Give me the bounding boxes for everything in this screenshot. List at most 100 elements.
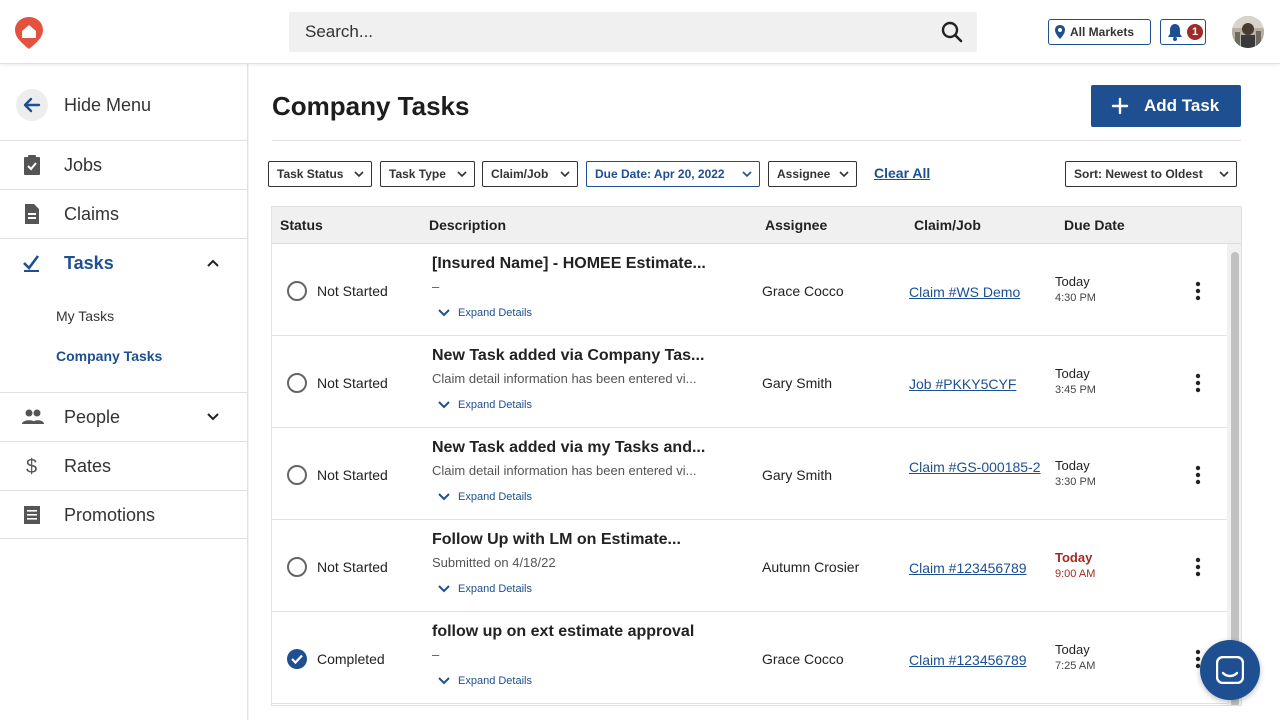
sidebar-item-label: Tasks (64, 253, 114, 273)
due-day: Today (1055, 458, 1090, 473)
expand-details-button[interactable]: Expand Details (438, 305, 532, 321)
table-row[interactable]: Not Started New Task added via Company T… (272, 336, 1227, 428)
bell-icon (1168, 24, 1182, 41)
expand-details-button[interactable]: Expand Details (438, 673, 532, 689)
markets-button[interactable]: All Markets (1048, 19, 1151, 45)
chevron-down-icon (742, 171, 752, 178)
expand-details-button[interactable]: Expand Details (438, 581, 532, 597)
task-title[interactable]: [Insured Name] - HOMEE Estimate... (432, 255, 752, 273)
status-radio[interactable] (287, 373, 307, 393)
task-subtitle: Claim detail information has been entere… (432, 463, 697, 478)
table-row[interactable]: Not Started New Task added via my Tasks … (272, 428, 1227, 520)
column-header-claim-job[interactable]: Claim/Job (914, 217, 981, 233)
expand-details-label: Expand Details (458, 491, 532, 503)
column-header-due-date[interactable]: Due Date (1064, 217, 1125, 233)
scrollbar-thumb[interactable] (1231, 252, 1239, 705)
tasks-table: Status Description Assignee Claim/Job Du… (271, 206, 1242, 706)
sort-dropdown[interactable]: Sort: Newest to Oldest (1065, 161, 1237, 187)
document-icon (25, 204, 39, 224)
notifications-button[interactable]: 1 (1160, 19, 1206, 45)
job-link[interactable]: Job #PKKY5CYF (909, 375, 1049, 393)
expand-details-button[interactable]: Expand Details (438, 397, 532, 413)
task-title[interactable]: New Task added via my Tasks and... (432, 439, 752, 457)
task-title[interactable]: follow up on ext estimate approval (432, 623, 752, 641)
avatar[interactable] (1232, 16, 1264, 48)
hide-menu-button[interactable]: Hide Menu (0, 82, 248, 130)
status-radio[interactable] (287, 465, 307, 485)
due-time: 4:30 PM (1055, 292, 1096, 304)
chevron-down-icon (457, 171, 467, 178)
sidebar-item-claims[interactable]: Claims (0, 189, 248, 238)
chevron-up-icon[interactable] (206, 256, 220, 270)
main-content: Company Tasks Add Task Task Status Task … (249, 64, 1280, 720)
sidebar-item-label: Rates (64, 456, 112, 476)
chevron-down-icon (438, 493, 450, 501)
assignee-name: Grace Cocco (762, 651, 844, 667)
receipt-icon (24, 506, 40, 524)
clear-all-link[interactable]: Clear All (874, 165, 930, 181)
expand-details-label: Expand Details (458, 399, 532, 411)
sidebar-item-promotions[interactable]: Promotions (0, 490, 248, 539)
sidebar-item-people[interactable]: People (0, 392, 248, 441)
more-options-icon[interactable] (1193, 556, 1203, 578)
task-title[interactable]: Follow Up with LM on Estimate... (432, 531, 752, 549)
chat-launcher-button[interactable] (1200, 640, 1260, 700)
add-task-button[interactable]: Add Task (1091, 85, 1241, 127)
table-row[interactable]: Not Started [Insured Name] - HOMEE Estim… (272, 244, 1227, 336)
expand-details-label: Expand Details (458, 675, 532, 687)
filter-task-status[interactable]: Task Status (268, 161, 372, 187)
chevron-down-icon[interactable] (206, 410, 220, 424)
claim-link[interactable]: Claim #WS Demo (909, 283, 1049, 301)
column-header-description[interactable]: Description (429, 217, 506, 233)
filter-assignee[interactable]: Assignee (768, 161, 857, 187)
sidebar-item-tasks[interactable]: Tasks (0, 238, 248, 287)
sidebar-subitem-my-tasks[interactable]: My Tasks (56, 308, 114, 324)
due-time: 3:30 PM (1055, 476, 1096, 488)
divider (272, 140, 1241, 141)
more-options-icon[interactable] (1193, 372, 1203, 394)
filter-task-type[interactable]: Task Type (380, 161, 475, 187)
status-radio[interactable] (287, 281, 307, 301)
expand-details-button[interactable]: Expand Details (438, 489, 532, 505)
chevron-down-icon (354, 171, 364, 178)
sidebar: Hide Menu Jobs Claims Tasks My Tasks Com… (0, 64, 248, 720)
table-scrollbar[interactable] (1227, 244, 1241, 705)
claim-link[interactable]: Claim #123456789 (909, 559, 1049, 577)
due-day: Today (1055, 274, 1090, 289)
sidebar-item-rates[interactable]: $ Rates (0, 441, 248, 490)
column-header-assignee[interactable]: Assignee (765, 217, 827, 233)
svg-text:$: $ (26, 456, 37, 476)
status-text: Completed (317, 651, 385, 667)
assignee-name: Grace Cocco (762, 283, 844, 299)
task-subtitle: – (432, 279, 440, 294)
sidebar-item-jobs[interactable]: Jobs (0, 140, 248, 189)
column-header-status[interactable]: Status (280, 217, 323, 233)
table-row[interactable]: Completed follow up on ext estimate appr… (272, 612, 1227, 704)
search-placeholder: Search... (305, 22, 374, 41)
search-icon[interactable] (941, 21, 963, 43)
sidebar-item-label: Promotions (64, 505, 156, 525)
status-radio[interactable] (287, 557, 307, 577)
filter-due-date[interactable]: Due Date: Apr 20, 2022 (586, 161, 760, 187)
due-day: Today (1055, 366, 1090, 381)
task-title[interactable]: New Task added via Company Tas... (432, 347, 752, 365)
filter-claim-job[interactable]: Claim/Job (482, 161, 578, 187)
more-options-icon[interactable] (1193, 464, 1203, 486)
more-options-icon[interactable] (1193, 280, 1203, 302)
claim-link[interactable]: Claim #123456789 (909, 651, 1049, 669)
status-text: Not Started (317, 559, 388, 575)
due-time: 3:45 PM (1055, 384, 1096, 396)
search-input[interactable]: Search... (289, 12, 977, 52)
dollar-icon: $ (26, 456, 37, 476)
claim-link[interactable]: Claim #GS-000185-2 (909, 458, 1049, 476)
location-pin-icon (1055, 25, 1065, 39)
filter-label: Task Status (277, 167, 344, 181)
filter-label: Claim/Job (491, 167, 549, 181)
sidebar-item-label: Claims (64, 204, 120, 224)
sidebar-subitem-company-tasks[interactable]: Company Tasks (56, 348, 162, 364)
completed-check-icon[interactable] (287, 649, 307, 669)
homee-logo-icon[interactable] (14, 16, 44, 50)
sort-label: Sort: Newest to Oldest (1074, 167, 1203, 181)
table-row[interactable]: Not Started Follow Up with LM on Estimat… (272, 520, 1227, 612)
notification-badge: 1 (1187, 24, 1203, 40)
